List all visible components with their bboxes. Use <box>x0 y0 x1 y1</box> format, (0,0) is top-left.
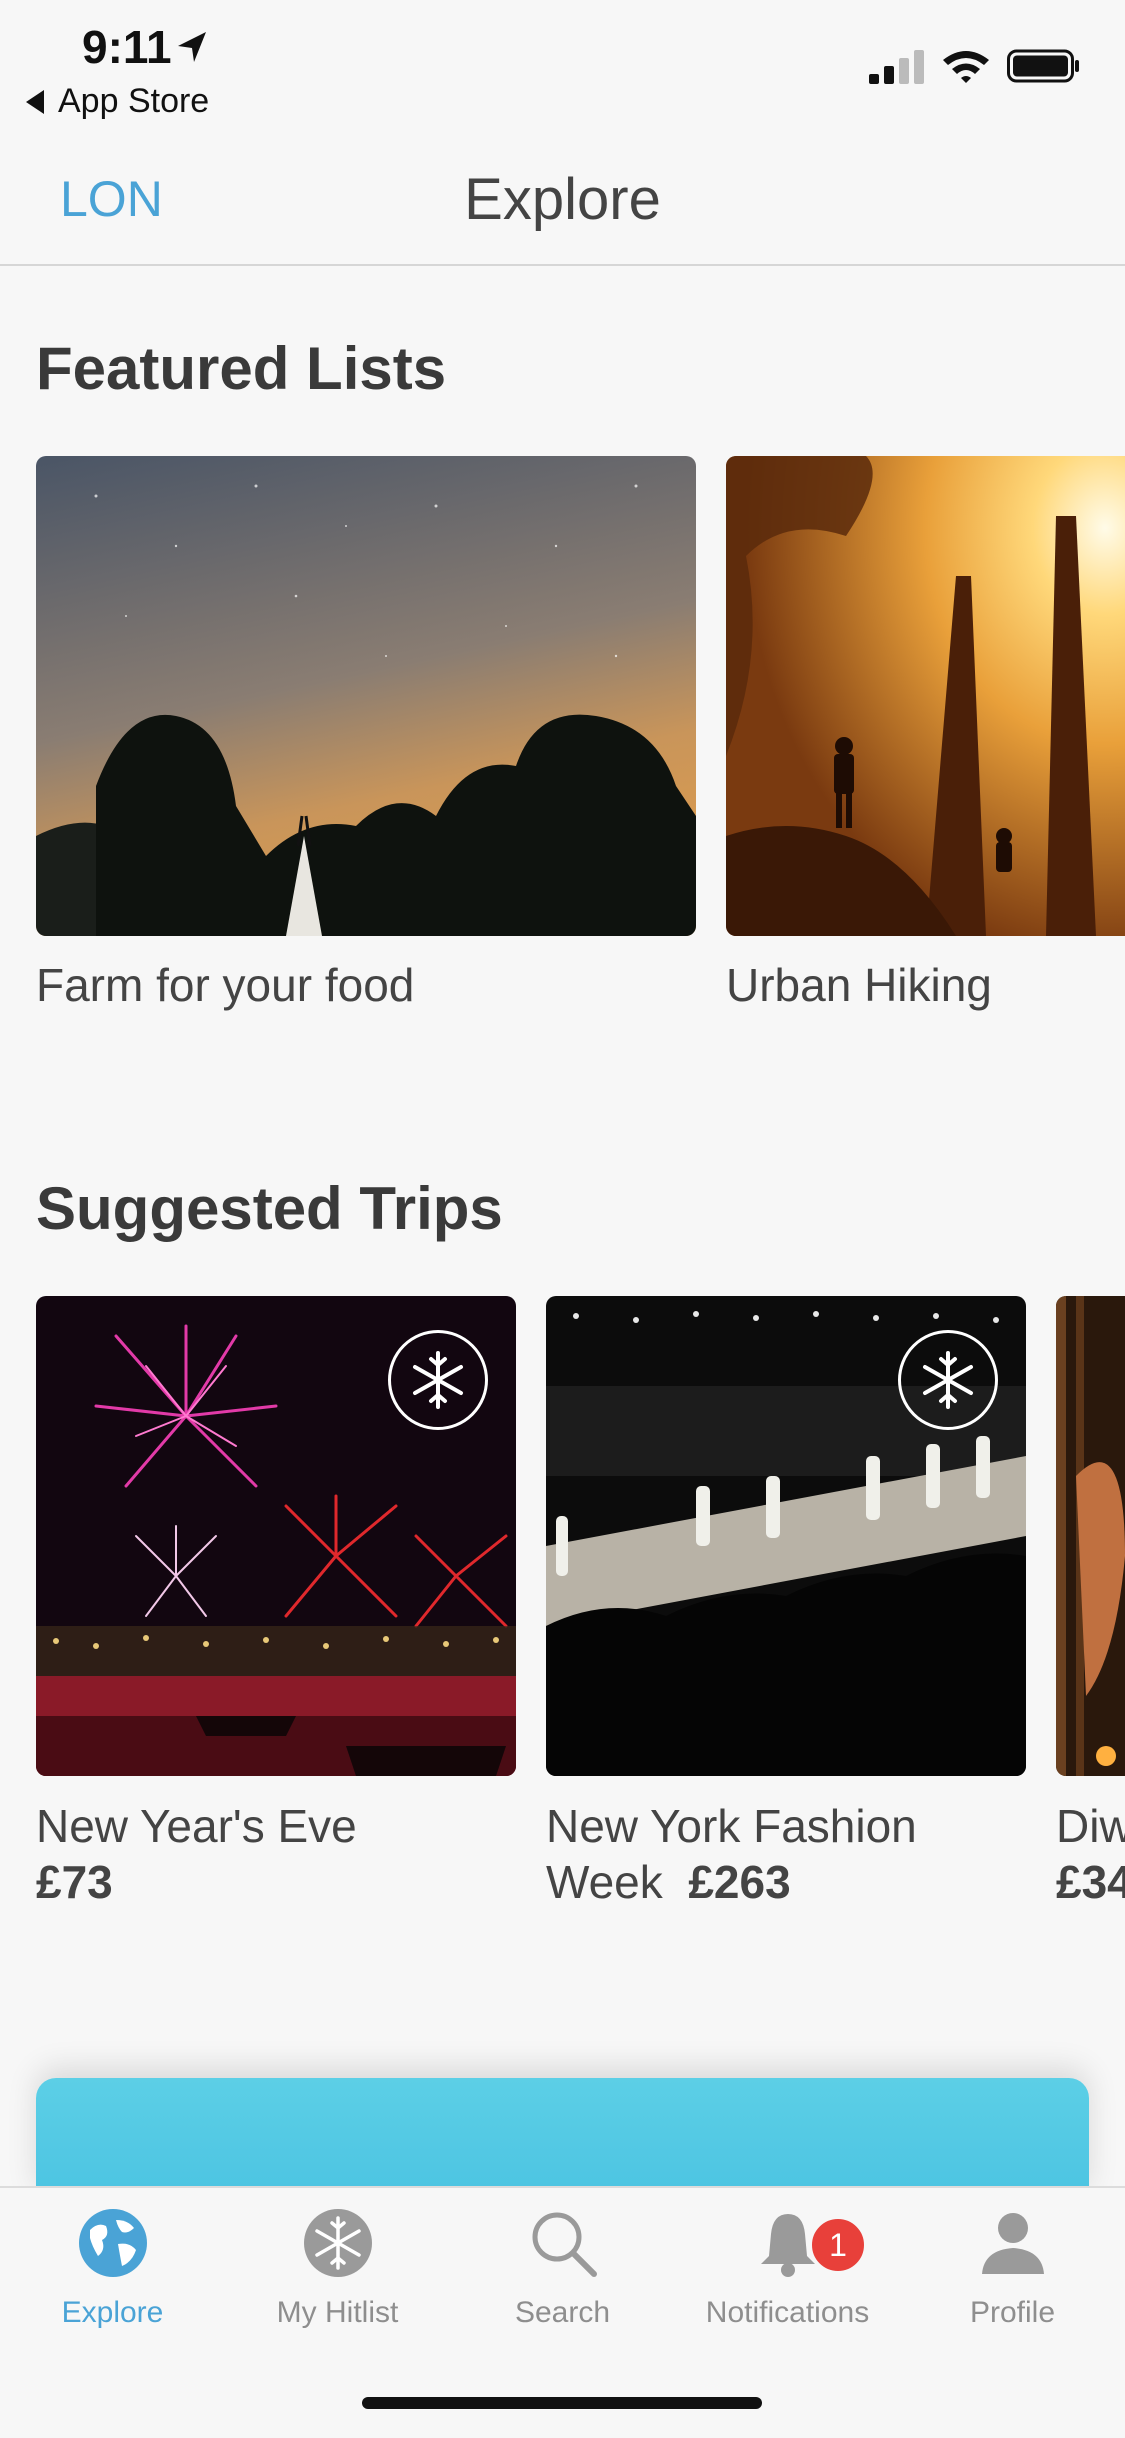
back-to-app-store[interactable]: App Store <box>26 82 209 121</box>
trip-card-image-diwali[interactable] <box>1056 1296 1125 1776</box>
home-indicator[interactable] <box>362 2397 762 2409</box>
featured-card-caption[interactable]: Farm for your food <box>36 958 414 1012</box>
battery-icon <box>1007 49 1079 83</box>
globe-icon <box>78 2209 147 2277</box>
search-icon <box>532 2212 597 2277</box>
snowflake-plane-icon <box>303 2209 372 2277</box>
featured-lists-heading: Featured Lists <box>36 335 447 402</box>
night-sky-teepee-image <box>36 456 696 936</box>
featured-card-image-farm[interactable] <box>36 456 696 936</box>
tab-my-hitlist[interactable]: My Hitlist <box>225 2206 450 2330</box>
promo-banner[interactable] <box>36 2078 1089 2198</box>
trip-name: Diw <box>1056 1800 1125 1852</box>
trip-name-line1: New York Fashion <box>546 1800 917 1852</box>
status-bar: 9:11 App Store <box>0 0 1125 140</box>
person-icon <box>981 2213 1044 2274</box>
tab-explore[interactable]: Explore <box>0 2206 225 2330</box>
trip-name-line2: Week <box>546 1856 663 1908</box>
featured-card-image-hiking[interactable] <box>726 456 1125 936</box>
snowflake-plane-badge[interactable] <box>898 1330 998 1430</box>
location-arrow-icon <box>178 32 206 62</box>
trip-price: £73 <box>36 1856 113 1908</box>
signal-icon <box>869 50 924 84</box>
tab-notifications[interactable]: 1 Notifications <box>675 2206 900 2330</box>
trip-card-caption-nyfw[interactable]: New York Fashion Week £263 <box>546 1798 917 1910</box>
tab-label: Profile <box>969 2296 1056 2329</box>
snowflake-plane-badge[interactable] <box>388 1330 488 1430</box>
suggested-trips-heading: Suggested Trips <box>36 1175 503 1242</box>
tab-search[interactable]: Search <box>450 2206 675 2330</box>
back-triangle-icon <box>26 89 44 114</box>
notifications-count-badge: 1 <box>809 2216 867 2274</box>
tab-label: My Hitlist <box>276 2296 399 2329</box>
trip-card-caption-nye[interactable]: New Year's Eve £73 <box>36 1798 357 1910</box>
page-title: Explore <box>464 167 661 232</box>
snowflake-plane-icon <box>923 1351 973 1409</box>
status-indicators <box>869 48 1081 84</box>
trip-name-line2-with-price: Week £263 <box>546 1854 917 1910</box>
trip-price: £34 <box>1056 1856 1125 1908</box>
trip-card-caption-diwali[interactable]: Diw £34 <box>1056 1798 1125 1910</box>
snowflake-plane-icon <box>413 1351 463 1409</box>
tab-label: Notifications <box>705 2296 870 2329</box>
wifi-icon <box>943 51 989 83</box>
diwali-image <box>1056 1296 1125 1776</box>
navigation-bar: LON Explore <box>0 150 1125 266</box>
back-app-label: App Store <box>58 82 210 120</box>
tab-label: Explore <box>61 2296 164 2329</box>
trip-name: New Year's Eve <box>36 1800 357 1852</box>
trip-price: £263 <box>688 1856 791 1908</box>
tab-label: Search <box>514 2296 611 2329</box>
sunset-hikers-image <box>726 456 1125 936</box>
tab-profile[interactable]: Profile <box>900 2206 1125 2330</box>
status-time: 9:11 <box>82 21 172 73</box>
featured-card-caption[interactable]: Urban Hiking <box>726 958 992 1012</box>
